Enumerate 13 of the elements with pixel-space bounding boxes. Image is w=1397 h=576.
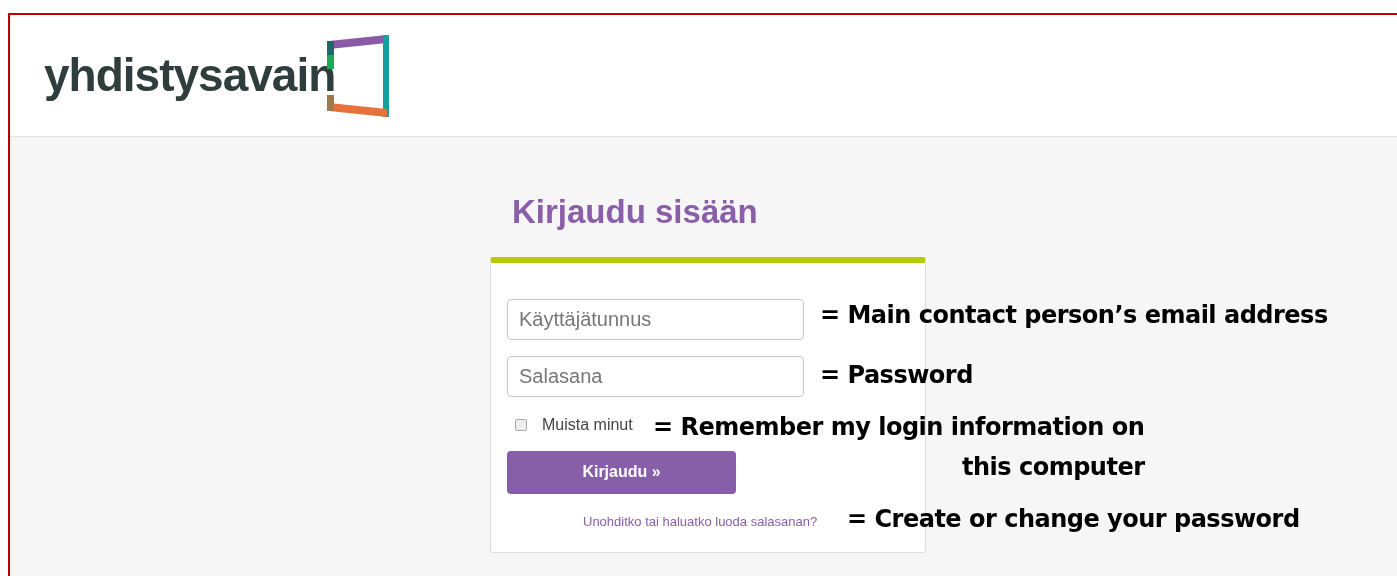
forgot-password-link[interactable]: Unohditko tai haluatko luoda salasanan?: [583, 511, 818, 531]
input-field[interactable]: Salasana: [507, 355, 804, 397]
login-title: Kirjaudu sisään: [512, 192, 758, 232]
remember-checkbox[interactable]: [515, 418, 527, 431]
annotation-text: this computer: [962, 452, 1145, 483]
remember-label: Muista minut: [542, 414, 633, 435]
annotation-text: = Create or change your password: [847, 504, 1300, 535]
input-field[interactable]: Käyttäjätunnus: [507, 298, 804, 340]
annotation-text: = Main contact person’s email address: [820, 300, 1328, 331]
logo-text: yhdistysavain: [44, 48, 336, 103]
login-button[interactable]: Kirjaudu »: [507, 450, 736, 494]
annotation-text: = Password: [820, 360, 973, 391]
annotation-text: = Remember my login information on: [653, 412, 1145, 443]
